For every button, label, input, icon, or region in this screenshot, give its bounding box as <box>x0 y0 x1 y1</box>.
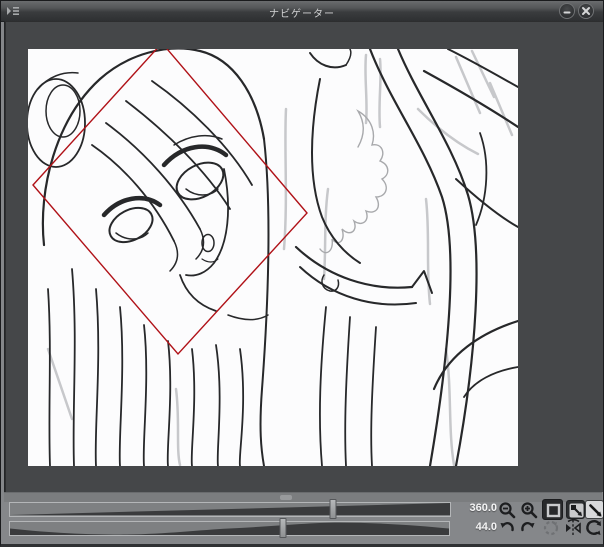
window-title: ナビゲーター <box>269 9 335 20</box>
close-icon <box>582 7 590 15</box>
close-button[interactable] <box>578 3 594 19</box>
flip-horizontal-button[interactable] <box>563 518 583 538</box>
zoom-in-button[interactable] <box>520 501 538 519</box>
fit-to-screen-icon <box>569 503 584 518</box>
titlebar[interactable]: ナビゲーター <box>1 1 603 22</box>
navigator-window: ナビゲーター 360.0 44.0 <box>0 0 604 547</box>
canvas-preview[interactable] <box>28 49 518 466</box>
canvas-artwork <box>28 49 518 466</box>
rotation-slider-wave <box>10 522 449 535</box>
navigator-controls: 360.0 44.0 <box>1 499 604 544</box>
minimize-button[interactable] <box>559 3 575 19</box>
zoom-slider-handle[interactable] <box>329 499 337 519</box>
rotate-ccw-button[interactable] <box>498 519 516 537</box>
fit-to-window-button[interactable] <box>585 500 603 519</box>
scroll-nub[interactable] <box>280 495 292 500</box>
rotation-value: 44.0 <box>475 521 497 533</box>
zoom-slider-wedge <box>10 503 450 515</box>
zoom-value: 360.0 <box>469 502 497 514</box>
rotation-slider[interactable] <box>9 518 450 538</box>
zoom-slider[interactable] <box>9 499 451 519</box>
zoom-out-button[interactable] <box>498 501 516 519</box>
minimize-icon <box>563 11 571 14</box>
rotate-cw-button[interactable] <box>519 519 537 537</box>
actual-size-button[interactable] <box>542 499 563 520</box>
fit-to-screen-button[interactable] <box>566 500 585 519</box>
fit-to-window-icon <box>589 504 602 517</box>
rotation-slider-handle[interactable] <box>279 518 287 538</box>
canvas-viewport[interactable] <box>4 21 603 492</box>
reset-rotation-button[interactable] <box>541 518 561 538</box>
reset-view-button[interactable] <box>584 518 604 538</box>
